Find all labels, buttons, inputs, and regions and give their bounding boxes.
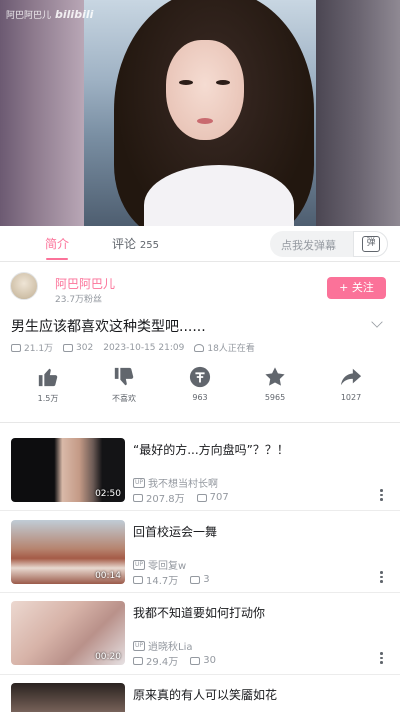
share-count: 1027	[340, 393, 362, 402]
follow-button[interactable]: + 关注	[327, 277, 386, 299]
views-stat: 21.1万	[11, 341, 53, 354]
rec-title: 回首校运会一舞	[133, 525, 218, 539]
video-stats: 21.1万 302 2023-10-15 21:09 18人正在看	[11, 341, 255, 354]
rec-uploader-name: 我不想当村长啊	[148, 479, 219, 490]
danmaku-count-icon	[63, 343, 74, 352]
list-item[interactable]: 02:50 “最好的方...方向盘吗”？？！ UP 我不想当村长啊 207.8万 7…	[0, 438, 400, 520]
rec-views: 29.4万	[146, 657, 179, 668]
uploader-name[interactable]: 阿巴阿巴儿	[55, 275, 115, 292]
expand-chevron-icon[interactable]	[371, 316, 383, 328]
watching-value: 18人正在看	[207, 344, 255, 354]
dislike-label: 不喜欢	[112, 394, 136, 403]
video-duration: 00:20	[95, 652, 121, 662]
like-button[interactable]: 1.5万	[18, 366, 78, 404]
rec-uploader: UP 我不想当村长啊	[133, 475, 218, 490]
watermark-user: 阿巴阿巴儿	[6, 11, 52, 21]
coin-button[interactable]: 963	[170, 366, 230, 402]
player-blur-right	[316, 0, 400, 226]
watching-stat: 18人正在看	[194, 341, 255, 354]
rec-stats: 14.7万 3	[133, 572, 210, 587]
rec-stats: 29.4万 30	[133, 653, 216, 668]
star-icon	[265, 367, 285, 386]
tab-comments-label: 评论	[112, 237, 137, 251]
tab-bar: 简介 评论 255 点我发弹幕 弹	[0, 226, 400, 262]
rec-title: 原来真的有人可以笑靥如花	[133, 688, 278, 702]
coin-icon	[189, 366, 211, 388]
uploader-fans: 23.7万粉丝	[55, 295, 103, 305]
rec-views: 207.8万	[146, 494, 185, 505]
up-badge-icon: UP	[133, 477, 146, 488]
share-icon	[340, 368, 362, 386]
danmaku-stat: 302	[63, 343, 93, 353]
list-divider	[0, 592, 400, 593]
danmaku-icon: 弹	[362, 236, 380, 252]
rec-stats: 207.8万 707	[133, 490, 229, 505]
publish-date: 2023-10-15 21:09	[103, 342, 185, 353]
play-count-icon	[133, 493, 143, 502]
list-item[interactable]: 00:20 我都不知道要如何打动你 UP 逍晓秋Lia 29.4万 30	[0, 601, 400, 683]
rec-danmaku: 707	[209, 492, 229, 503]
rec-uploader-name: 零回复w	[148, 561, 187, 572]
danmaku-toggle-button[interactable]: 弹	[353, 231, 388, 257]
uploader-avatar[interactable]	[10, 272, 38, 300]
thumb-up-icon	[38, 368, 58, 387]
list-item[interactable]: 00:14 回首校运会一舞 UP 零回复w 14.7万 3	[0, 520, 400, 602]
rec-danmaku: 3	[203, 574, 210, 585]
views-value: 21.1万	[24, 344, 54, 354]
tab-comments[interactable]: 评论 255	[112, 235, 159, 252]
video-player[interactable]: 阿巴阿巴儿 bilibili	[0, 0, 400, 226]
up-badge-icon: UP	[133, 640, 146, 651]
rec-uploader: UP 零回复w	[133, 557, 186, 572]
tab-intro[interactable]: 简介	[45, 235, 69, 252]
like-count: 1.5万	[37, 394, 59, 403]
favorite-count: 5965	[264, 393, 286, 402]
headphones-icon	[194, 343, 205, 352]
more-options-icon[interactable]	[380, 571, 383, 585]
action-bar: 1.5万 不喜欢 963 5965 1027	[0, 366, 400, 416]
rec-uploader-name: 逍晓秋Lia	[148, 642, 193, 653]
video-duration: 02:50	[95, 489, 121, 499]
rec-title: 我都不知道要如何打动你	[133, 606, 266, 620]
list-divider	[0, 674, 400, 675]
video-thumbnail: 00:20	[11, 601, 125, 665]
danmaku-count-icon	[190, 656, 201, 665]
thumb-down-icon	[114, 367, 134, 386]
share-button[interactable]: 1027	[321, 366, 381, 402]
list-divider	[0, 510, 400, 511]
list-item[interactable]: 原来真的有人可以笑靥如花	[0, 683, 400, 712]
video-title: 男生应该都喜欢这种类型吧......	[11, 319, 206, 335]
rec-uploader: UP 逍晓秋Lia	[133, 638, 193, 653]
danmaku-count-icon	[190, 575, 201, 584]
danmaku-count-icon	[196, 493, 207, 502]
dislike-button[interactable]: 不喜欢	[94, 366, 154, 404]
rec-title: “最好的方...方向盘吗”？？！	[133, 443, 289, 457]
tab-indicator	[46, 258, 68, 260]
video-thumbnail: 02:50	[11, 438, 125, 502]
coin-count: 963	[192, 393, 208, 402]
up-badge-icon: UP	[133, 559, 146, 570]
danmaku-placeholder: 点我发弹幕	[281, 239, 336, 252]
play-count-icon	[133, 656, 143, 665]
section-divider	[0, 422, 400, 423]
bilibili-logo: bilibili	[55, 8, 94, 21]
video-duration: 00:14	[95, 571, 121, 581]
favorite-button[interactable]: 5965	[245, 366, 305, 402]
video-watermark: 阿巴阿巴儿 bilibili	[6, 8, 93, 21]
player-blur-left	[0, 0, 84, 226]
comment-count: 255	[139, 240, 159, 251]
video-frame	[84, 0, 316, 226]
more-options-icon[interactable]	[380, 489, 383, 503]
video-thumbnail: 00:14	[11, 520, 125, 584]
play-count-icon	[11, 343, 21, 352]
rec-danmaku: 30	[203, 655, 216, 666]
play-count-icon	[133, 575, 143, 584]
more-options-icon[interactable]	[380, 652, 383, 666]
video-thumbnail	[11, 683, 125, 712]
danmaku-value: 302	[76, 342, 94, 353]
rec-views: 14.7万	[146, 576, 179, 587]
